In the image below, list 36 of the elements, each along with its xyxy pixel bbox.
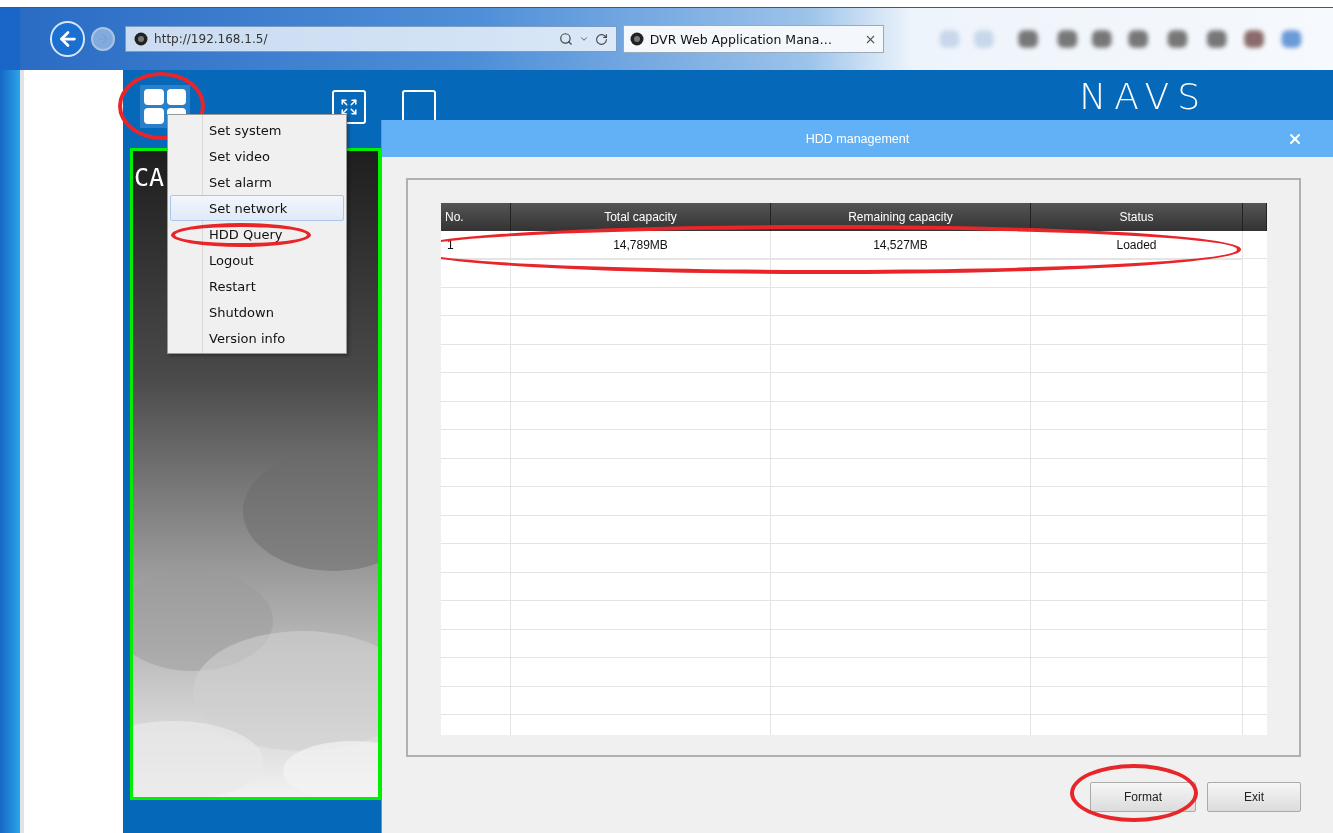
menu-item[interactable]: HDD Query — [170, 221, 344, 247]
address-bar[interactable]: http://192.168.1.5/ — [125, 26, 617, 52]
format-button[interactable]: Format — [1090, 782, 1196, 812]
back-button[interactable] — [50, 21, 86, 57]
table-cell: Loaded — [1031, 231, 1243, 260]
table-cell: 14,789MB — [511, 231, 771, 260]
browser-tab[interactable]: DVR Web Application Mana… — [622, 25, 885, 53]
menu-item[interactable]: Set video — [170, 143, 344, 169]
menu-item[interactable]: Logout — [170, 247, 344, 273]
menu-item[interactable]: Restart — [170, 273, 344, 299]
forward-button[interactable] — [91, 27, 116, 51]
expand-icon — [340, 98, 358, 116]
refresh-icon[interactable] — [594, 32, 608, 46]
column-header: No. — [441, 203, 511, 231]
menu-item[interactable]: Set alarm — [170, 169, 344, 195]
column-header — [1243, 203, 1267, 231]
menu-item[interactable]: Shutdown — [170, 299, 344, 325]
table-cell: 14,527MB — [771, 231, 1031, 260]
dialog-title: HDD management — [805, 131, 910, 146]
close-icon — [1287, 131, 1303, 147]
logo: NAVS — [1079, 76, 1208, 117]
menu-item[interactable]: Set system — [170, 117, 344, 143]
menu-item[interactable]: Version info — [170, 325, 344, 351]
search-icon[interactable] — [558, 32, 573, 46]
menu-item[interactable]: Set network — [170, 195, 344, 221]
camera-label: CA — [134, 163, 165, 192]
arrow-right-icon — [96, 32, 111, 46]
column-header: Status — [1031, 203, 1243, 231]
column-header: Total capacity — [511, 203, 771, 231]
site-icon — [629, 32, 644, 46]
site-icon — [134, 32, 149, 46]
dropdown-icon[interactable] — [578, 34, 589, 44]
exit-button[interactable]: Exit — [1207, 782, 1301, 812]
url-text: http://192.168.1.5/ — [154, 32, 269, 46]
tab-title: DVR Web Application Mana… — [649, 31, 833, 47]
column-header: Remaining capacity — [771, 203, 1031, 231]
